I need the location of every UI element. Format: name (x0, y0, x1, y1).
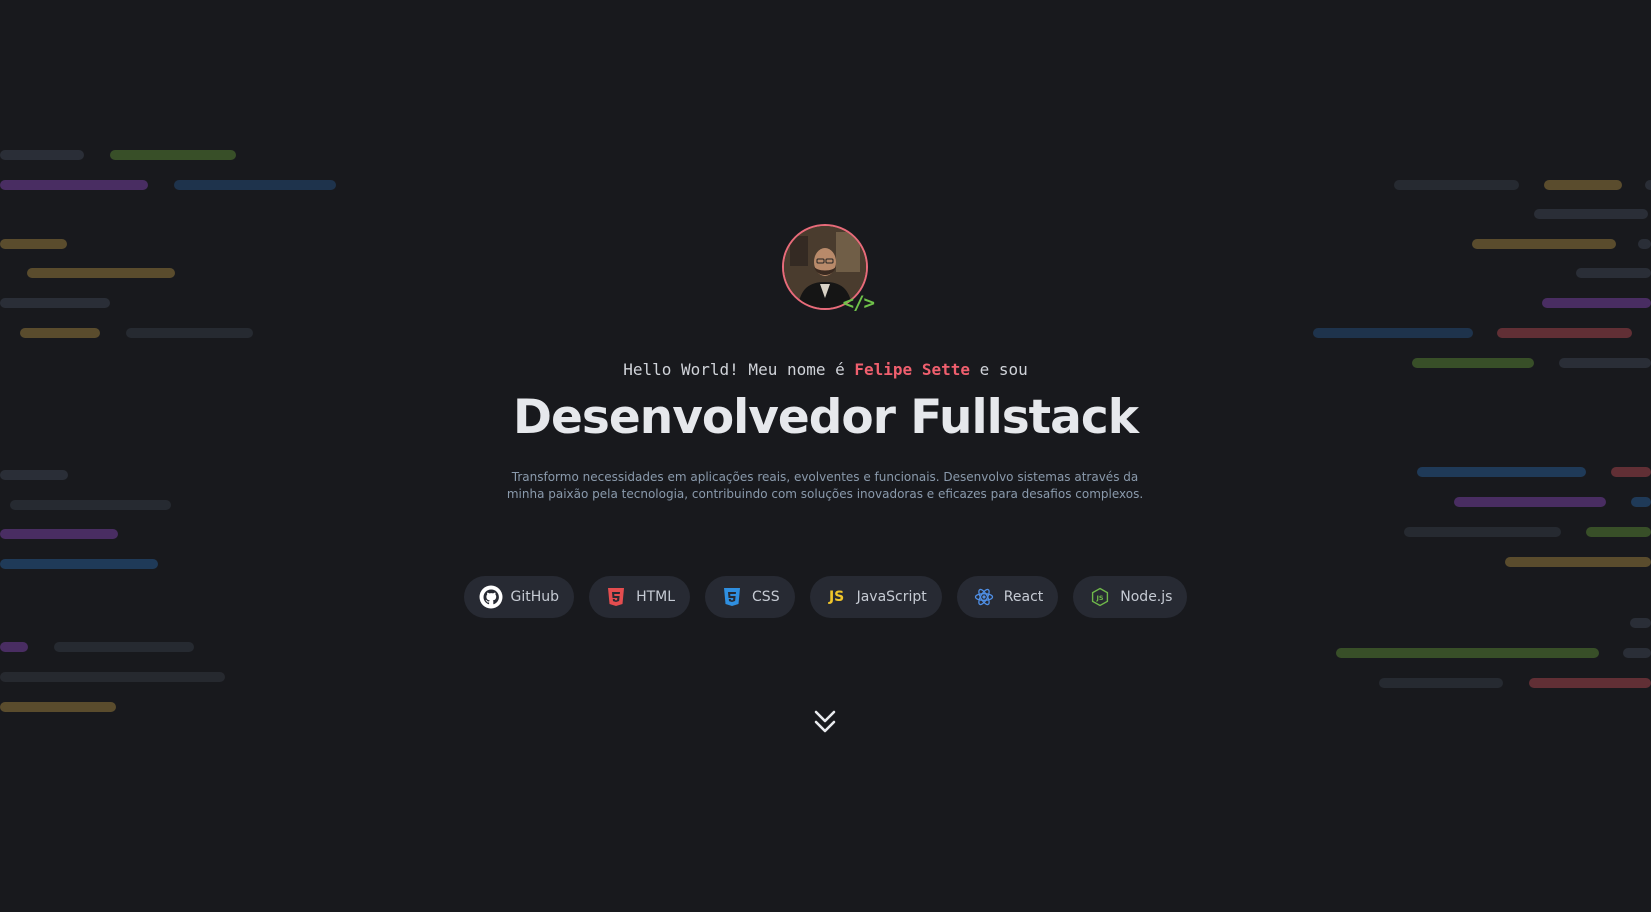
hero-description: Transformo necessidades em aplicações re… (505, 469, 1145, 503)
skill-label: React (1003, 589, 1044, 605)
skill-chip-github[interactable]: GitHub (463, 576, 575, 618)
skill-chip-html[interactable]: HTML (589, 576, 691, 618)
skill-chip-css[interactable]: CSS (705, 576, 795, 618)
description-line-2: minha paixão pela tecnologia, contribuin… (506, 487, 1144, 501)
greeting-prefix: Hello World! Meu nome é (623, 360, 855, 379)
github-icon (479, 585, 503, 609)
skill-label: Node.js (1120, 589, 1173, 605)
css3-icon (720, 585, 744, 609)
page-title: Desenvolvedor Fullstack (513, 390, 1139, 445)
profile-avatar: </> (782, 224, 875, 314)
skill-label: GitHub (510, 589, 560, 605)
svg-text:JS: JS (1096, 594, 1104, 602)
nodejs-icon: JS (1088, 585, 1112, 609)
skill-label: CSS (752, 589, 780, 605)
skill-chip-nodejs[interactable]: JS Node.js (1073, 576, 1188, 618)
skill-label: HTML (636, 589, 676, 605)
hero-section: </> Hello World! Meu nome é Felipe Sette… (0, 0, 1651, 912)
skill-label: JavaScript (856, 589, 927, 605)
code-brackets-icon: </> (842, 292, 875, 314)
developer-name: Felipe Sette (854, 360, 970, 379)
description-line-1: Transformo necessidades em aplicações re… (511, 470, 1139, 484)
react-icon (972, 585, 996, 609)
html5-icon (604, 585, 628, 609)
greeting-suffix: e sou (969, 360, 1028, 379)
javascript-icon: JS (828, 589, 845, 605)
skill-chip-react[interactable]: React (956, 576, 1059, 618)
greeting-line: Hello World! Meu nome é Felipe Sette e s… (0, 360, 1651, 379)
page: </> Hello World! Meu nome é Felipe Sette… (0, 0, 1651, 912)
skills-list: GitHub HTML CSS JS JavaScript React JS N… (0, 576, 1651, 618)
skill-chip-javascript[interactable]: JS JavaScript (809, 576, 942, 618)
scroll-down-chevron-icon[interactable] (812, 708, 838, 736)
